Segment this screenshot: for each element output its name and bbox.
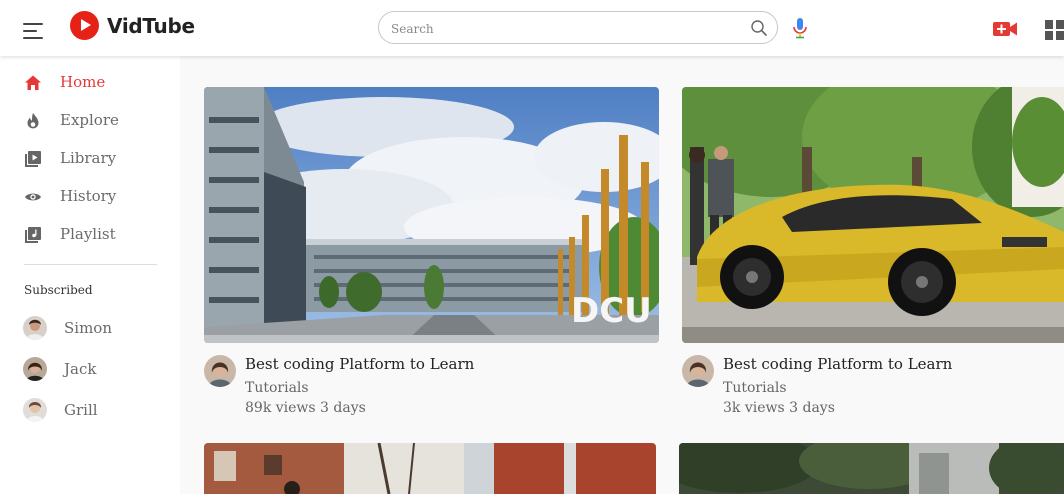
subscription-item-jack[interactable]: Jack bbox=[0, 352, 180, 386]
subscription-name: Simon bbox=[64, 319, 112, 337]
sidebar-item-label: Library bbox=[60, 149, 117, 167]
explore-icon bbox=[27, 113, 39, 129]
sidebar-item-label: Home bbox=[60, 73, 106, 91]
sidebar-item-home[interactable]: Home bbox=[0, 64, 180, 100]
sidebar-item-explore[interactable]: Explore bbox=[0, 102, 180, 138]
subscribed-heading: Subscribed bbox=[24, 283, 93, 297]
sidebar-divider bbox=[24, 264, 157, 265]
sidebar-item-label: Playlist bbox=[60, 225, 116, 243]
search-icon[interactable] bbox=[750, 19, 768, 37]
search-bar bbox=[378, 11, 778, 44]
video-meta: 3k views 3 days bbox=[723, 400, 835, 416]
play-logo-icon bbox=[70, 11, 99, 40]
top-header: VidTube bbox=[0, 0, 1064, 56]
sidebar-item-history[interactable]: History bbox=[0, 178, 180, 214]
view-count: 3k views bbox=[723, 400, 785, 416]
sidebar-item-label: History bbox=[60, 187, 117, 205]
video-title[interactable]: Best coding Platform to Learn bbox=[723, 355, 952, 373]
video-card[interactable] bbox=[204, 443, 656, 494]
video-card[interactable] bbox=[679, 443, 1064, 494]
video-thumbnail[interactable] bbox=[204, 443, 656, 494]
microphone-icon[interactable] bbox=[790, 17, 810, 39]
sidebar: Home Explore Library History Playlist Su… bbox=[0, 56, 180, 494]
video-thumbnail[interactable] bbox=[679, 443, 1064, 494]
logo[interactable]: VidTube bbox=[70, 11, 195, 40]
apps-grid-icon[interactable] bbox=[1045, 20, 1064, 40]
subscription-name: Jack bbox=[64, 360, 97, 378]
video-thumbnail[interactable] bbox=[682, 87, 1064, 343]
search-input[interactable] bbox=[389, 18, 733, 40]
subscription-item-simon[interactable]: Simon bbox=[0, 311, 180, 345]
avatar bbox=[23, 357, 47, 381]
channel-name[interactable]: Tutorials bbox=[723, 380, 787, 396]
video-card[interactable]: Best coding Platform to Learn Tutorials … bbox=[682, 87, 1064, 427]
playlist-icon bbox=[25, 227, 41, 243]
video-camera-add-icon[interactable] bbox=[992, 19, 1018, 39]
avatar bbox=[23, 398, 47, 422]
channel-name[interactable]: Tutorials bbox=[245, 380, 309, 396]
menu-icon[interactable] bbox=[23, 23, 45, 41]
thumbnail-sign-text: DCU bbox=[571, 291, 652, 331]
subscription-item-grill[interactable]: Grill bbox=[0, 393, 180, 427]
video-card[interactable]: DCU Best coding Platform to Learn Tutori… bbox=[204, 87, 659, 427]
subscription-name: Grill bbox=[64, 401, 98, 419]
view-count: 89k views bbox=[245, 400, 316, 416]
history-icon bbox=[25, 193, 41, 201]
avatar bbox=[23, 316, 47, 340]
video-thumbnail[interactable]: DCU bbox=[204, 87, 659, 343]
sidebar-item-library[interactable]: Library bbox=[0, 140, 180, 176]
channel-avatar[interactable] bbox=[682, 355, 714, 387]
video-meta: 89k views 3 days bbox=[245, 400, 366, 416]
upload-age: 3 days bbox=[320, 400, 366, 416]
channel-avatar[interactable] bbox=[204, 355, 236, 387]
upload-age: 3 days bbox=[789, 400, 835, 416]
video-title[interactable]: Best coding Platform to Learn bbox=[245, 355, 474, 373]
sidebar-item-playlist[interactable]: Playlist bbox=[0, 216, 180, 252]
home-icon bbox=[25, 75, 41, 90]
library-icon bbox=[25, 151, 41, 167]
sidebar-item-label: Explore bbox=[60, 111, 119, 129]
brand-name: VidTube bbox=[107, 13, 195, 38]
